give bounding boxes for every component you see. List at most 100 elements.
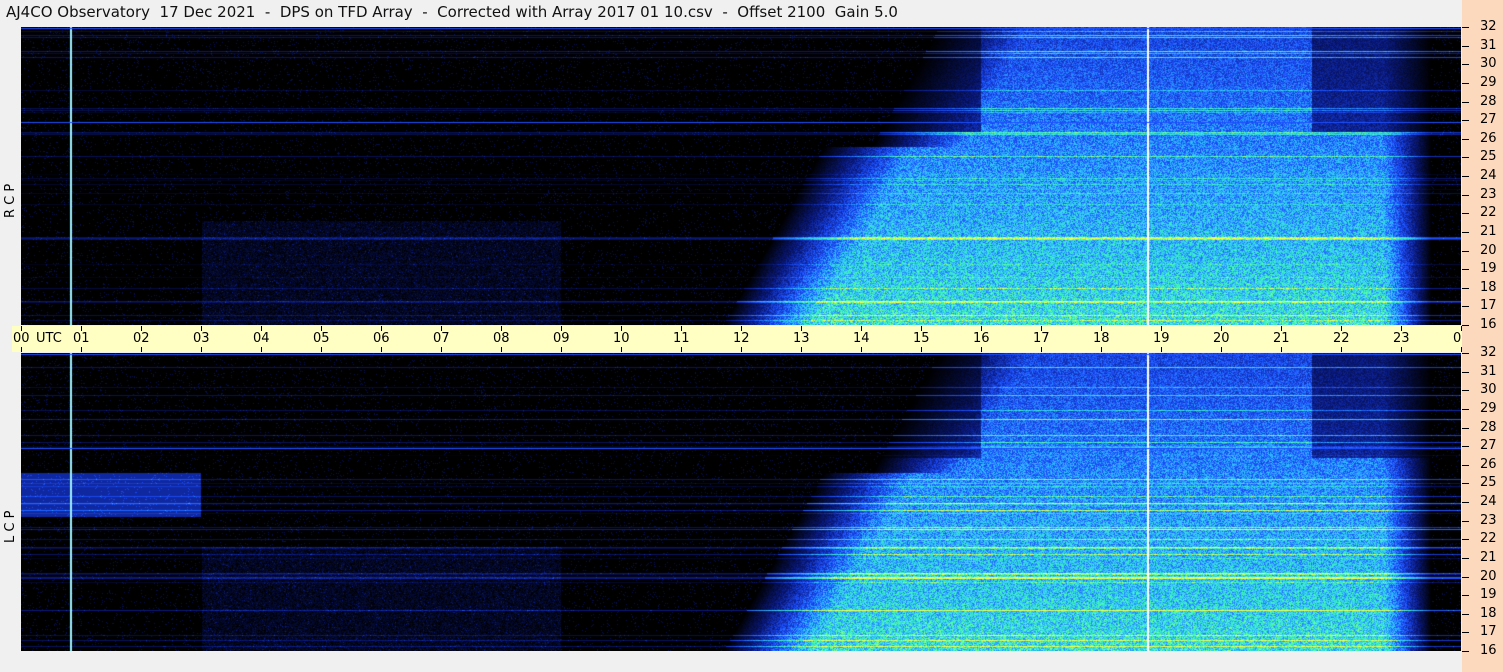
time-tick-label: 05 <box>313 331 330 346</box>
frequency-tick-label: 18 <box>1480 279 1497 295</box>
time-tick-mark <box>501 347 502 352</box>
frequency-tick-label: 21 <box>1480 223 1497 239</box>
frequency-tick-mark <box>1462 194 1469 196</box>
time-tick-label: 14 <box>853 331 870 346</box>
spectrogram-rcp-canvas <box>21 27 1461 325</box>
frequency-tick-mark <box>1462 101 1469 103</box>
time-tick-mark <box>681 347 682 352</box>
time-tick-label: 11 <box>673 331 690 346</box>
time-tick-label: 06 <box>373 331 390 346</box>
time-tick-label: 17 <box>1033 331 1050 346</box>
frequency-tick-label: 30 <box>1480 56 1497 72</box>
time-tick-mark <box>1281 347 1282 352</box>
time-tick-mark <box>561 347 562 352</box>
frequency-tick-mark <box>1462 651 1469 652</box>
frequency-tick-label: 19 <box>1480 261 1497 277</box>
time-tick-label: 22 <box>1333 331 1350 346</box>
frequency-tick-mark <box>1462 306 1469 308</box>
frequency-tick-mark <box>1462 82 1469 84</box>
time-tick-label: 23 <box>1393 331 1410 346</box>
frequency-tick-label: 26 <box>1480 130 1497 146</box>
frequency-axis: 16 17 18 19 20 21 22 23 24 25 26 27 28 29 30 31 32 16 17 18… <box>1462 0 1503 672</box>
frequency-tick-mark <box>1462 613 1469 615</box>
frequency-tick-mark <box>1462 427 1469 429</box>
time-tick-mark <box>21 347 22 352</box>
frequency-tick-mark <box>1462 371 1469 373</box>
frequency-tick-label: 26 <box>1480 456 1497 472</box>
polarization-label-lcp: L C P <box>3 510 18 543</box>
frequency-tick-mark <box>1462 390 1469 392</box>
time-tick-mark <box>1341 347 1342 352</box>
time-tick-label: 18 <box>1093 331 1110 346</box>
frequency-tick-label: 16 <box>1480 317 1497 332</box>
time-tick-mark <box>741 347 742 352</box>
frequency-tick-mark <box>1462 539 1469 541</box>
frequency-tick-label: 28 <box>1480 419 1497 435</box>
time-tick-mark <box>1161 347 1162 352</box>
frequency-tick-mark <box>1462 120 1469 122</box>
frequency-tick-label: 21 <box>1480 549 1497 565</box>
time-tick-label: 03 <box>193 331 210 346</box>
time-tick-label: 15 <box>913 331 930 346</box>
spectrogram-lcp <box>21 353 1461 651</box>
frequency-tick-mark <box>1462 632 1469 634</box>
time-tick-label: 16 <box>973 331 990 346</box>
frequency-tick-mark <box>1462 213 1469 215</box>
frequency-tick-label: 25 <box>1480 149 1497 165</box>
time-tick-mark <box>981 347 982 352</box>
time-tick-mark <box>1101 347 1102 352</box>
frequency-tick-label: 27 <box>1480 438 1497 454</box>
frequency-tick-label: 20 <box>1480 242 1497 258</box>
time-tick-mark <box>1221 347 1222 352</box>
frequency-tick-mark <box>1462 520 1469 522</box>
frequency-tick-mark <box>1462 269 1469 271</box>
time-tick-label: 01 <box>73 331 90 346</box>
chart-title: AJ4CO Observatory 17 Dec 2021 - DPS on T… <box>6 3 898 21</box>
frequency-tick-mark <box>1462 325 1469 326</box>
frequency-tick-mark <box>1462 353 1469 354</box>
time-tick-mark <box>1401 347 1402 352</box>
frequency-tick-label: 31 <box>1480 37 1497 53</box>
time-tick-mark <box>1041 347 1042 352</box>
frequency-tick-label: 31 <box>1480 363 1497 379</box>
frequency-tick-mark <box>1462 157 1469 159</box>
frequency-tick-label: 24 <box>1480 168 1497 183</box>
frequency-tick-mark <box>1462 408 1469 410</box>
time-tick-mark <box>801 347 802 352</box>
time-tick-mark <box>321 347 322 352</box>
frequency-tick-mark <box>1462 595 1469 597</box>
frequency-tick-label: 32 <box>1480 345 1497 360</box>
frequency-tick-label: 27 <box>1480 112 1497 128</box>
time-tick-mark <box>441 347 442 352</box>
time-tick-label: 07 <box>433 331 450 346</box>
time-tick-mark <box>381 347 382 352</box>
time-tick-label: 09 <box>553 331 570 346</box>
time-tick-label: 08 <box>493 331 510 346</box>
frequency-tick-mark <box>1462 250 1469 252</box>
frequency-tick-label: 28 <box>1480 93 1497 109</box>
frequency-tick-label: 23 <box>1480 186 1497 202</box>
frequency-tick-label: 19 <box>1480 587 1497 603</box>
frequency-tick-label: 23 <box>1480 512 1497 528</box>
time-tick-label: 10 <box>613 331 630 346</box>
frequency-tick-label: 20 <box>1480 568 1497 584</box>
time-tick-label: 20 <box>1213 331 1230 346</box>
frequency-tick-mark <box>1462 557 1469 559</box>
time-tick-mark <box>201 347 202 352</box>
time-tick-mark <box>81 347 82 352</box>
frequency-tick-label: 22 <box>1480 531 1497 547</box>
time-axis: 00 01 02 03 04 05 06 07 08 09 10 11 12 13 14 15 16 17 18 19… <box>12 326 1499 352</box>
time-tick-label: 02 <box>133 331 150 346</box>
frequency-tick-label: 29 <box>1480 74 1497 90</box>
frequency-tick-mark <box>1462 231 1469 233</box>
time-tick-mark <box>921 347 922 352</box>
frequency-tick-mark <box>1462 287 1469 289</box>
frequency-tick-label: 29 <box>1480 400 1497 416</box>
time-tick-label: 00 <box>13 331 30 346</box>
frequency-tick-mark <box>1462 176 1469 177</box>
time-tick-label: 21 <box>1273 331 1290 346</box>
frequency-tick-mark <box>1462 45 1469 47</box>
frequency-tick-mark <box>1462 576 1469 578</box>
time-tick-mark <box>261 347 262 352</box>
spectrogram-rcp <box>21 27 1461 325</box>
